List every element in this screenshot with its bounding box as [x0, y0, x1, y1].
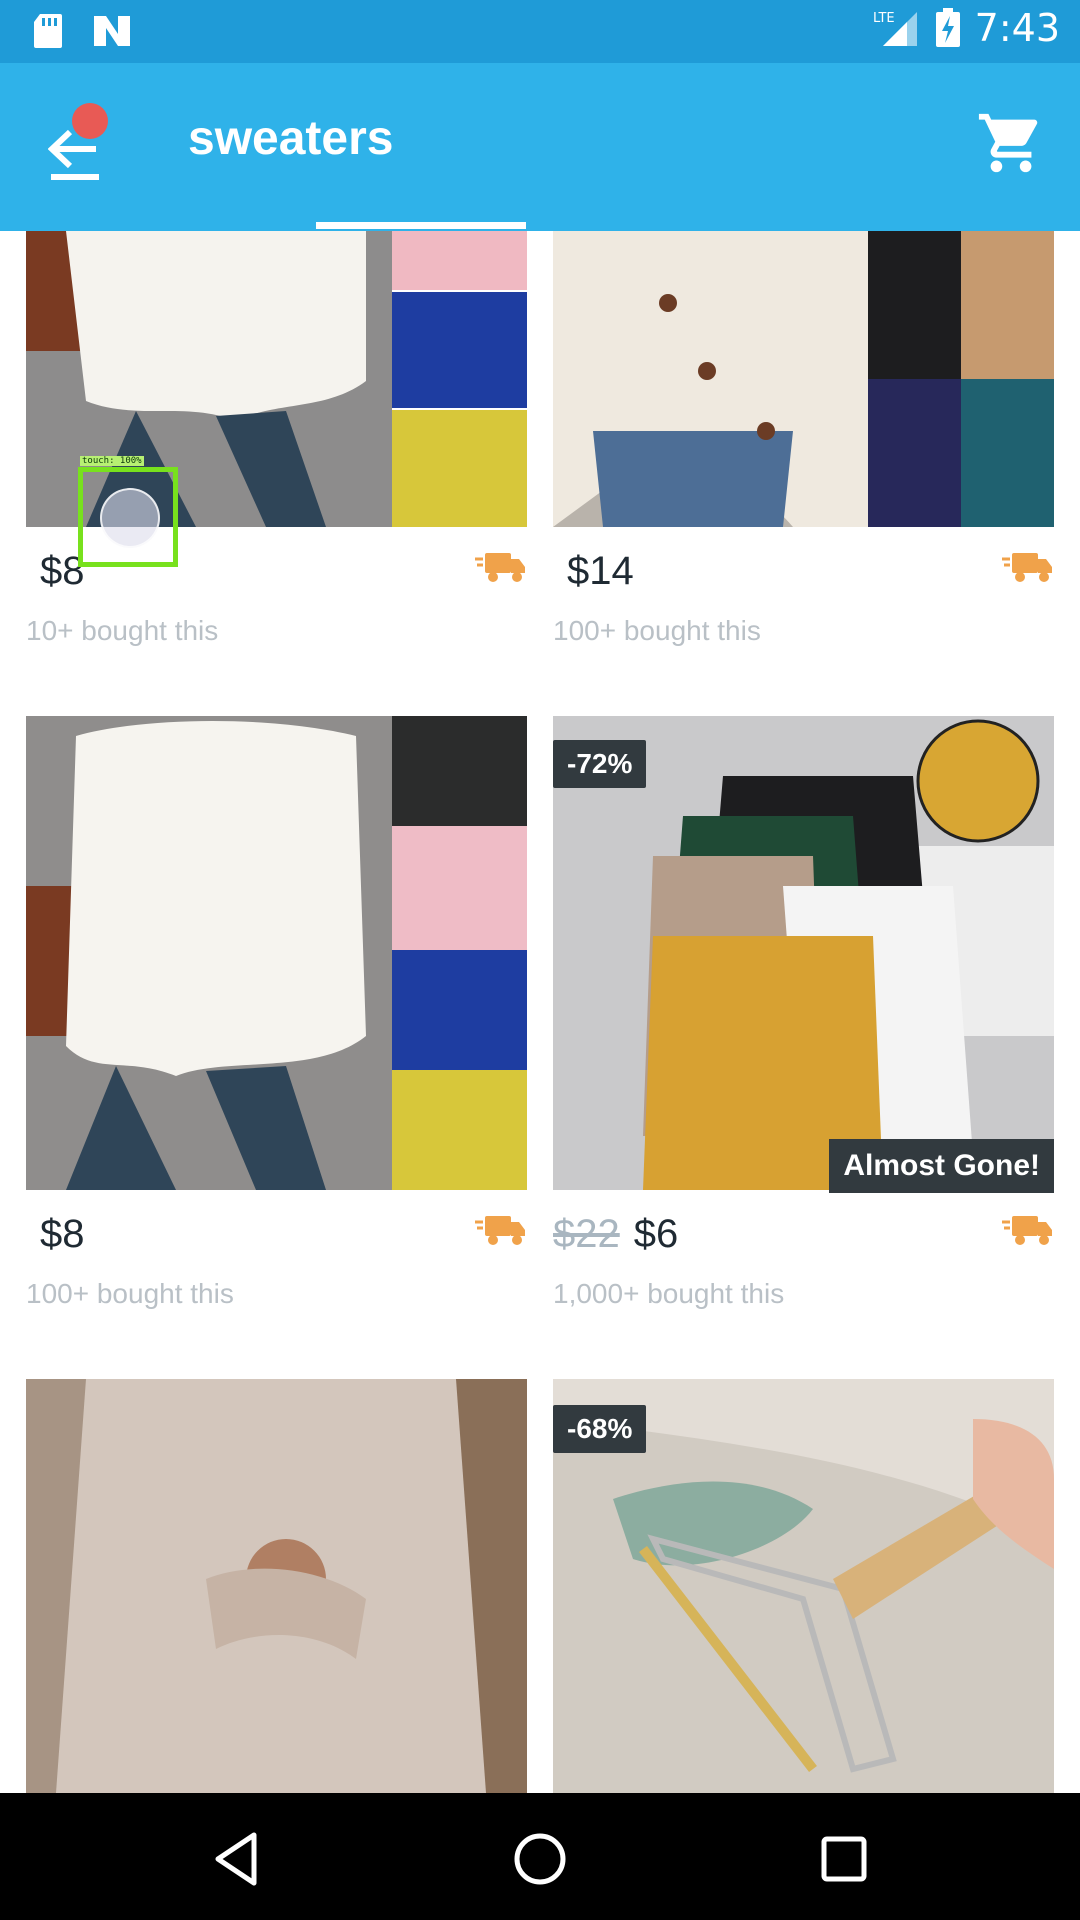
bought-count: 100+ bought this — [553, 615, 761, 646]
cart-button[interactable] — [976, 108, 1046, 178]
tab-indicator — [316, 222, 526, 229]
product-image[interactable] — [26, 716, 527, 1190]
price-row: $14 — [553, 549, 1054, 609]
bought-count: 100+ bought this — [26, 1278, 234, 1309]
page-title: sweaters — [188, 112, 394, 165]
shipping-truck-icon — [475, 1216, 525, 1245]
touch-indicator-label: touch: 100% — [80, 456, 144, 466]
discount-badge: -72% — [553, 740, 647, 788]
bought-count: 10+ bought this — [26, 615, 219, 646]
navigation-bar — [0, 1793, 1080, 1920]
battery-charging-icon — [935, 8, 960, 47]
status-bar: LTE 7:43 — [0, 0, 1080, 63]
price: $6 — [633, 1212, 679, 1256]
product-image[interactable] — [553, 231, 1054, 527]
shipping-truck-icon — [1002, 553, 1052, 582]
original-price: $22 — [553, 1212, 620, 1256]
app-bar: sweaters — [0, 63, 1080, 231]
network-type: LTE — [873, 11, 895, 26]
price: $14 — [567, 549, 634, 593]
lte-signal-icon: LTE — [873, 11, 917, 46]
price: $8 — [40, 1212, 85, 1256]
back-triangle-icon[interactable] — [206, 1829, 266, 1889]
price-row: $22 $6 — [553, 1212, 1054, 1272]
product-image[interactable] — [26, 1379, 527, 1793]
touch-point — [100, 488, 160, 548]
discount-badge: -68% — [553, 1405, 647, 1453]
product-grid: $8 10+ bought this $14 100+ bought this — [0, 231, 1080, 1793]
notification-dot — [72, 103, 108, 139]
home-circle-icon[interactable] — [510, 1829, 570, 1889]
almost-gone-tag: Almost Gone! — [829, 1139, 1054, 1193]
price-row: $8 — [26, 1212, 527, 1272]
n-logo-icon — [94, 16, 130, 46]
cart-icon — [978, 113, 1038, 173]
recents-square-icon[interactable] — [814, 1829, 874, 1889]
clock: 7:43 — [974, 6, 1060, 50]
shipping-truck-icon — [1002, 1216, 1052, 1245]
shipping-truck-icon — [475, 553, 525, 582]
bought-count: 1,000+ bought this — [553, 1278, 785, 1309]
sd-card-icon — [34, 14, 62, 48]
